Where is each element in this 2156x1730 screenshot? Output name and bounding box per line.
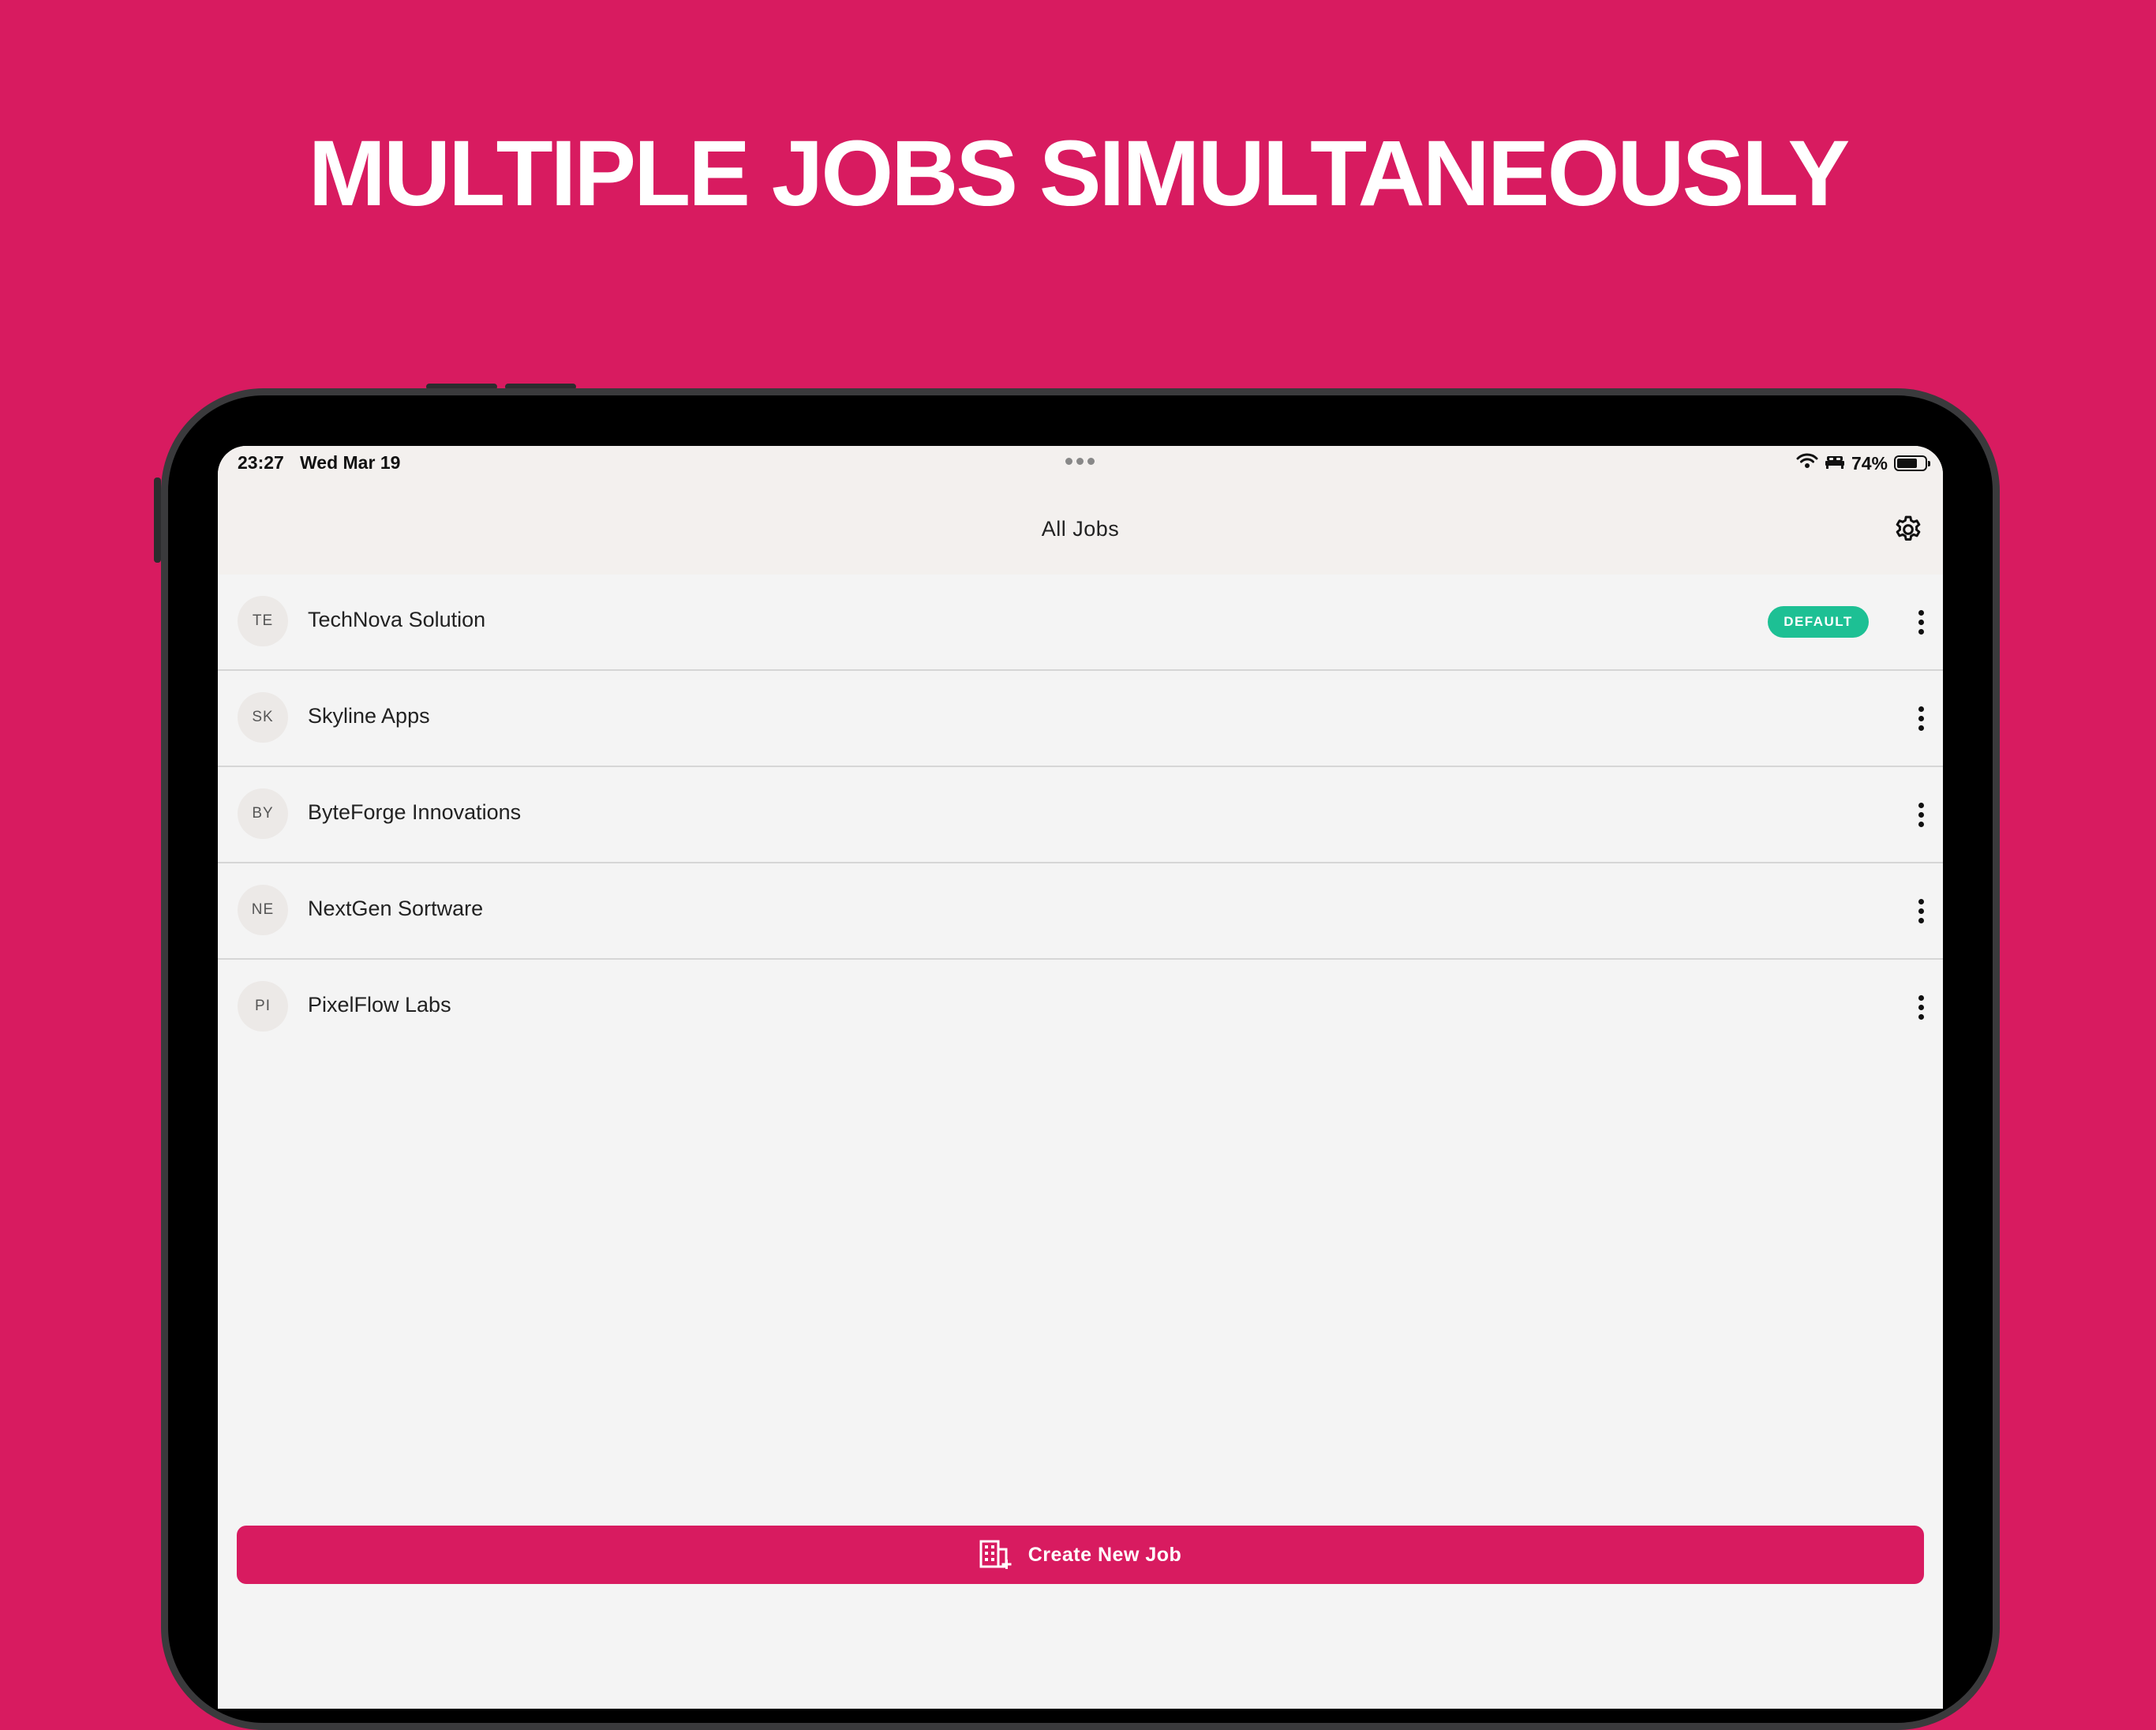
create-new-job-label: Create New Job [1027,1543,1182,1566]
job-avatar: PI [238,981,288,1032]
job-name: Skyline Apps [308,704,430,728]
bed-icon [1825,453,1845,474]
job-avatar: SK [238,692,288,743]
job-row-byteforge[interactable]: BY ByteForge Innovations [218,767,1943,863]
status-date: Wed Mar 19 [300,452,401,473]
promo-headline: MULTIPLE JOBS SIMULTANEOUSLY [308,122,1851,226]
page-title: All Jobs [1041,517,1120,541]
job-row-technova[interactable]: TE TechNova Solution DEFAULT [218,575,1943,671]
building-add-icon [979,1540,1012,1570]
job-avatar: BY [238,788,288,839]
job-list: TE TechNova Solution DEFAULT SK Skyline … [218,575,1943,1054]
create-new-job-button[interactable]: Create New Job [237,1526,1924,1584]
status-bar: 23:27 Wed Mar 19 74% [218,446,1943,493]
multitasking-dots[interactable] [1065,458,1095,465]
wifi-icon [1796,452,1818,474]
settings-button[interactable] [1891,514,1926,549]
status-indicators: 74% [1796,452,1930,474]
job-name: TechNova Solution [308,608,486,631]
job-avatar: TE [238,596,288,646]
battery-percentage: 74% [1851,452,1888,474]
job-avatar: NE [238,885,288,935]
job-name: PixelFlow Labs [308,993,451,1017]
device-side-button [154,477,161,563]
job-name: ByteForge Innovations [308,800,522,824]
app-header: All Jobs [218,493,1943,575]
more-options-icon[interactable] [1910,701,1932,736]
battery-icon [1894,455,1930,471]
battery-level [1897,459,1918,468]
more-options-icon[interactable] [1910,605,1932,639]
job-row-nextgen[interactable]: NE NextGen Sortware [218,863,1943,960]
job-row-pixelflow[interactable]: PI PixelFlow Labs [218,960,1943,1054]
status-time: 23:27 [238,452,284,473]
job-name: NextGen Sortware [308,897,484,920]
job-row-skyline[interactable]: SK Skyline Apps [218,671,1943,767]
app-screen: 23:27 Wed Mar 19 74% All Jobs TE TechNov… [218,446,1943,1709]
more-options-icon[interactable] [1910,990,1932,1024]
gear-icon [1892,514,1924,549]
more-options-icon[interactable] [1910,893,1932,928]
more-options-icon[interactable] [1910,797,1932,832]
default-badge: DEFAULT [1768,606,1869,638]
